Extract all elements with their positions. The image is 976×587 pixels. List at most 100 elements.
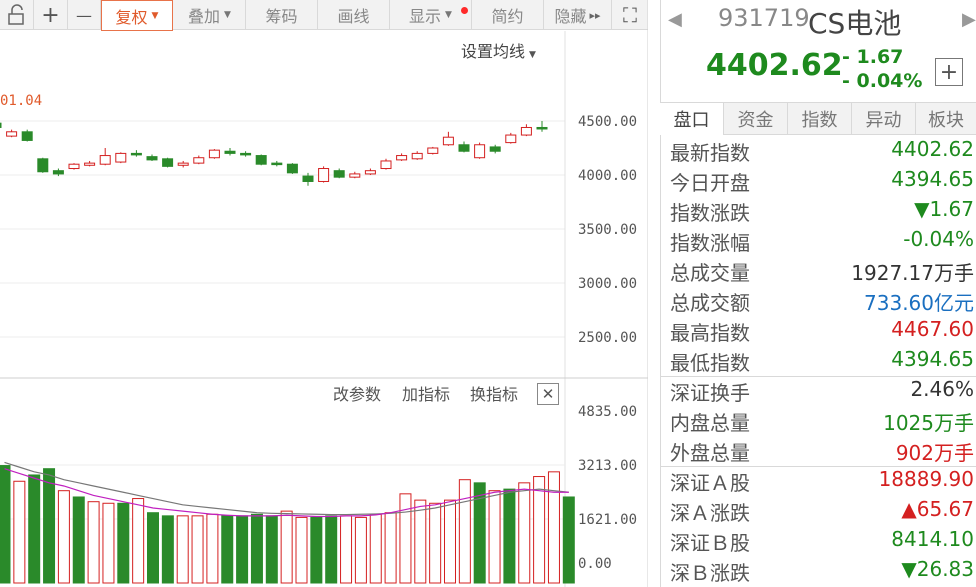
candle-body [224,150,236,154]
candle-body [349,173,361,178]
quote-value: 733.60亿元 [864,291,974,315]
tab-order-book[interactable]: 盘口 [660,103,724,135]
quote-value: 1927.17万手 [851,261,974,285]
candle-body [99,155,111,165]
date-label: 01.04 [0,93,42,109]
volume-bar [191,515,204,584]
volume-bar [176,515,189,584]
prev-stock-arrow-icon[interactable]: ◀ [668,9,682,30]
volume-bar [488,490,501,584]
quote-value: 4467.60 [891,317,974,341]
volume-bar [206,513,219,584]
switch-indicator-button[interactable]: 换指标 [470,381,518,405]
volume-bar [429,502,442,584]
volume-bar [132,498,145,584]
candle-body [458,144,470,152]
volume-bar [236,515,249,584]
last-price: 4402.62 [706,48,843,83]
candle-body [411,152,423,160]
candle-body [318,168,330,182]
plus-icon: + [939,59,959,85]
edit-params-button[interactable]: 改参数 [333,381,381,405]
volume-bar [57,490,70,584]
candle-body [536,126,548,130]
tab-sector[interactable]: 板块 [916,103,976,135]
volume-bar [369,513,382,584]
quote-label: 最高指数 [670,321,750,345]
quote-value: -0.04% [903,227,974,251]
quote-row: 深证Ｂ股 8414.10 [670,527,974,557]
candle-body [84,162,96,166]
ma-settings-dropdown[interactable]: 设置均线 ▼ [461,38,536,62]
quote-row: 外盘总量 902万手 [670,437,974,467]
volume-bar [72,496,85,584]
volume-bar [399,493,412,584]
volume-bar [147,512,159,584]
quote-row: 深证Ａ股 18889.90 [670,467,974,497]
quote-value: 2.46% [910,377,974,401]
divider [660,376,976,377]
quote-label: 总成交额 [670,291,750,315]
y-tick-label: 4000.00 [578,168,637,184]
volume-bar [444,499,456,584]
vol-y-tick-label: 1621.00 [578,512,637,528]
volume-bar [562,496,575,584]
quote-label: 内盘总量 [670,411,750,435]
volume-bar [265,515,278,584]
candle-body [193,157,205,164]
quote-row: 最新指数 4402.62 [670,137,974,167]
candle-body [130,152,142,156]
quote-label: 今日开盘 [670,171,750,195]
index-code: 931719 [718,4,810,32]
tab-index[interactable]: 指数 [788,103,852,135]
volume-bar [458,479,471,584]
tab-funds[interactable]: 资金 [724,103,788,135]
add-watchlist-button[interactable]: + [935,58,963,86]
candle-body [520,126,532,136]
volume-bar [310,516,323,584]
volume-bar [0,465,11,584]
quote-row: 深证换手 2.46% [670,377,974,407]
quote-value: 902万手 [895,441,974,465]
candle-body [427,147,439,154]
close-indicator-button[interactable]: ✕ [537,383,559,405]
y-tick-label: 3000.00 [578,276,637,292]
quote-label: 总成交量 [670,261,750,285]
candle-body [474,144,486,159]
volume-bar [13,480,26,584]
index-name: CS电池 [808,7,902,40]
volume-bar [325,515,338,584]
candle-body [6,131,18,137]
quote-label: 最新指数 [670,141,750,165]
kline-chart[interactable]: 4500.00 4000.00 3500.00 3000.00 2500.00 01.04… [0,0,648,587]
quote-label: 深证Ａ股 [670,471,750,495]
candle-body [302,175,314,182]
volume-bar [503,488,516,584]
quote-value: 4402.62 [891,137,974,161]
volume-bar [533,476,546,584]
quote-value: 8414.10 [891,527,974,551]
quote-value: 1025万手 [883,411,974,435]
volume-bar [295,516,308,584]
next-stock-arrow-icon[interactable]: ▶ [962,9,976,30]
volume-bar [384,512,397,584]
quote-row: 总成交额 733.60亿元 [670,287,974,317]
candle-body [505,134,517,144]
chevron-down-icon: ▼ [529,50,536,60]
candle-body [271,162,283,166]
volume-bar [102,502,115,584]
candle-body [68,163,80,170]
candle-body [442,136,454,146]
candle-body [489,146,501,152]
quote-row: 最低指数 4394.65 [670,347,974,377]
vol-y-tick-label: 0.00 [578,556,612,572]
candle-body [255,155,267,165]
vol-y-tick-label: 3213.00 [578,458,637,474]
quote-label: 外盘总量 [670,441,750,465]
tab-anomaly[interactable]: 异动 [852,103,916,135]
y-tick-label: 3500.00 [578,222,637,238]
add-indicator-button[interactable]: 加指标 [402,381,450,405]
quote-row: 深Ｂ涨跌 ▼26.83 [670,557,974,587]
candle-body [177,162,189,166]
ma-settings-label: 设置均线 [461,42,526,61]
